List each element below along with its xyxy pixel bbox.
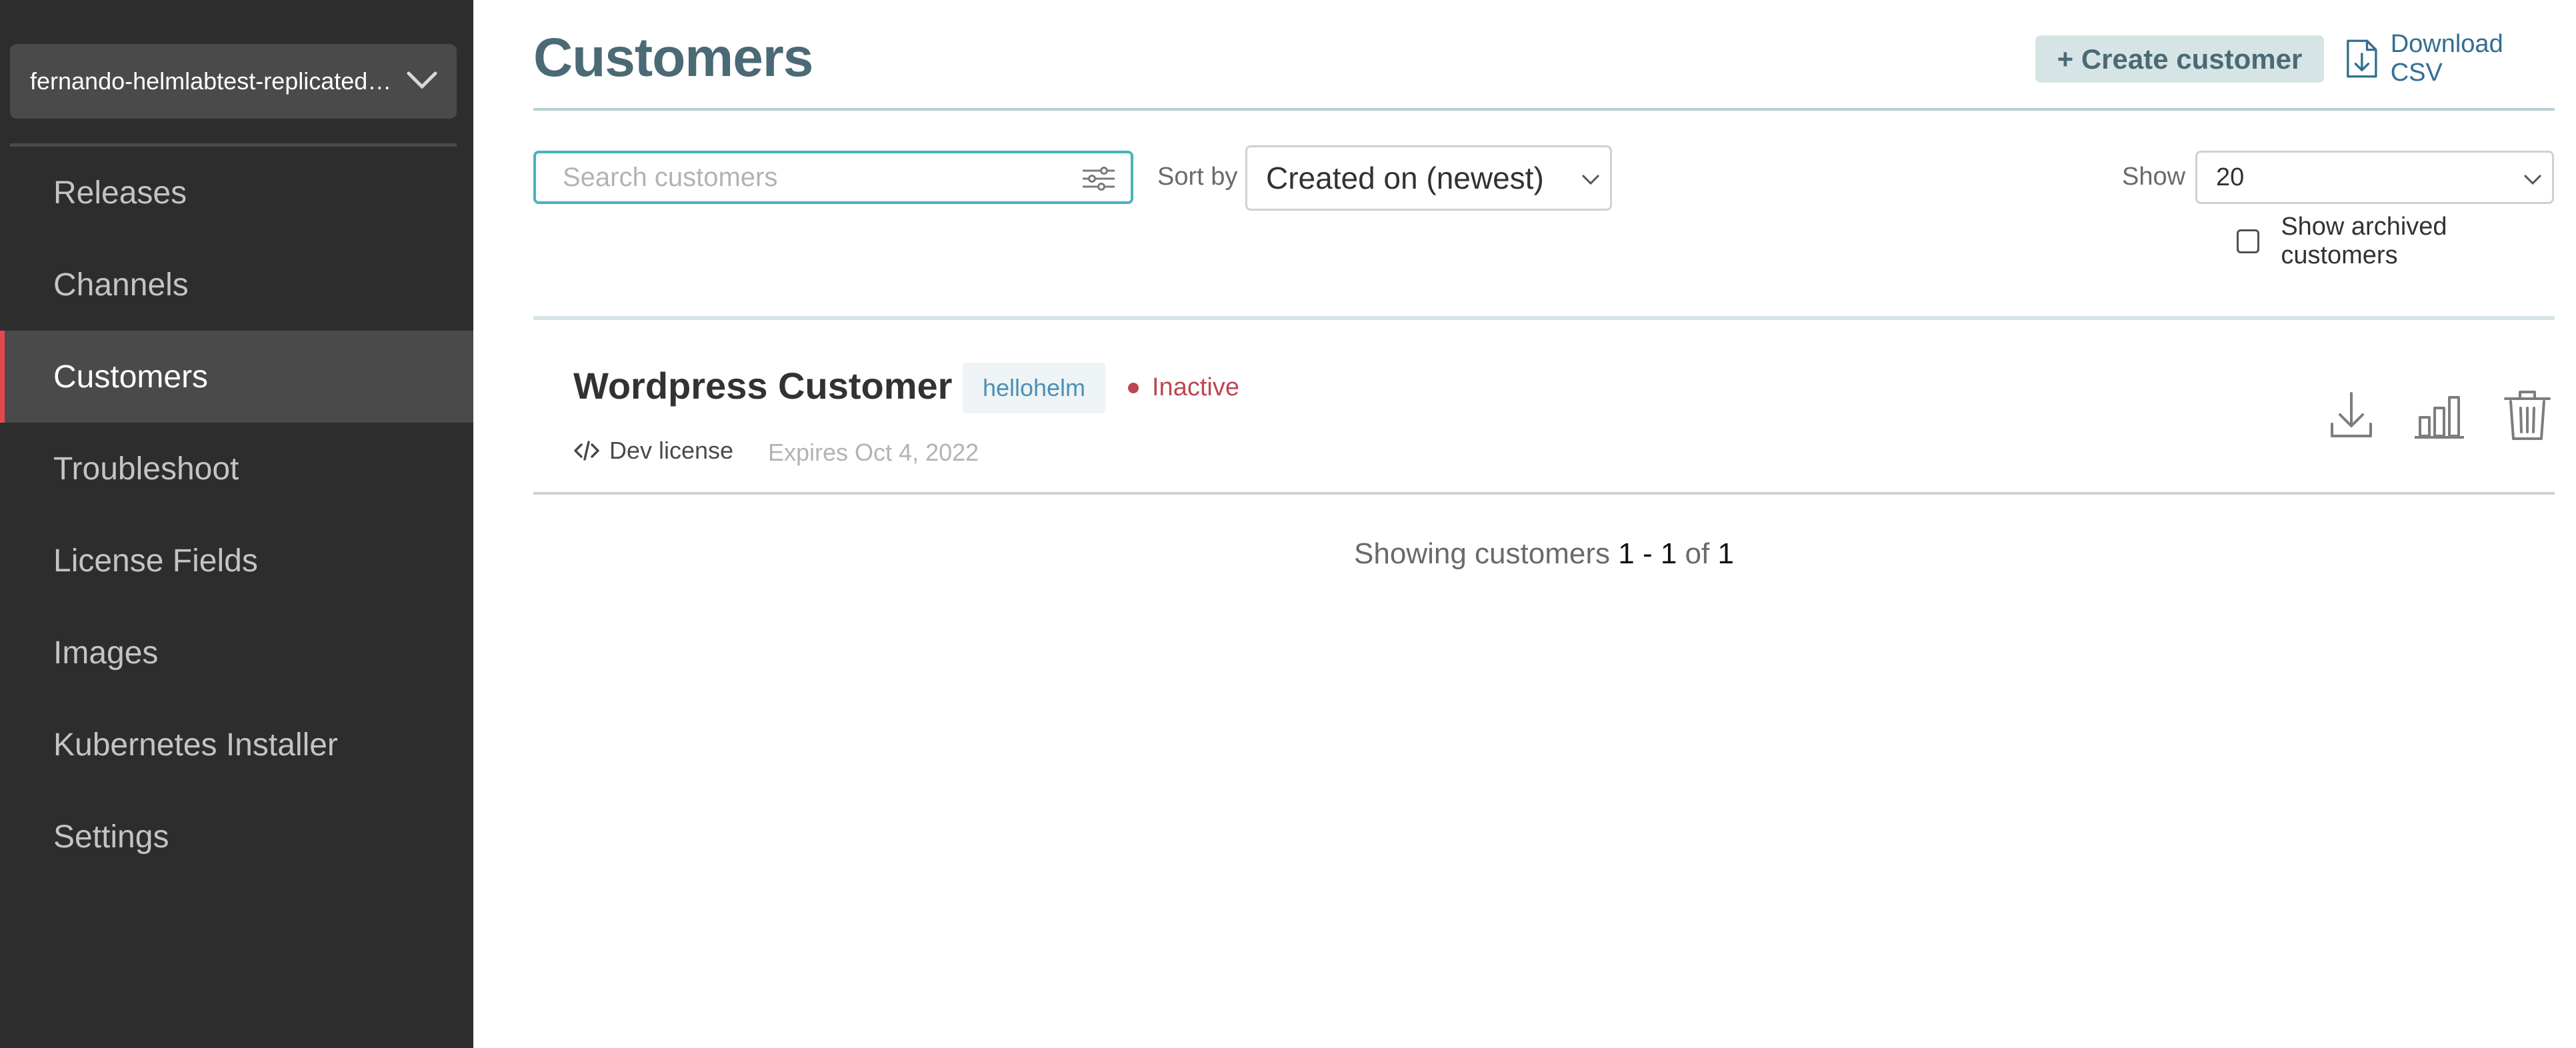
show-label: Show — [2122, 163, 2186, 191]
sidebar-item-images[interactable]: Images — [0, 607, 473, 699]
status-dot-icon — [1128, 382, 1139, 393]
main-content: Customers + Create customer Download CSV… — [533, 0, 2555, 1048]
status-label: Inactive — [1152, 373, 1239, 401]
list-bottom-divider — [533, 492, 2555, 495]
trash-icon[interactable] — [2500, 388, 2555, 443]
sidebar-item-troubleshoot[interactable]: Troubleshoot — [0, 423, 473, 515]
pagination-total: 1 — [1717, 537, 1734, 570]
filter-sliders-icon[interactable] — [1081, 165, 1116, 192]
license-type: Dev license — [573, 437, 733, 465]
sort-by-label: Sort by — [1157, 163, 1238, 191]
sidebar-item-license-fields[interactable]: License Fields — [0, 515, 473, 607]
bar-chart-icon[interactable] — [2412, 388, 2467, 443]
file-download-icon — [2347, 39, 2377, 78]
license-type-label: Dev license — [609, 437, 734, 464]
show-archived-checkbox[interactable] — [2237, 229, 2260, 253]
expiration-date: Expires Oct 4, 2022 — [768, 439, 979, 466]
sort-select-value: Created on (newest) — [1266, 161, 1544, 195]
sidebar-item-releases[interactable]: Releases — [0, 147, 473, 239]
sidebar-nav: Releases Channels Customers Troubleshoot… — [0, 147, 473, 883]
customer-row: Wordpress Customer hellohelm Inactive De… — [533, 320, 2555, 495]
pagination-start: 1 — [1618, 537, 1635, 570]
sidebar: fernando-helmlabtest-replicated… Release… — [0, 0, 473, 1048]
pagination-end: 1 — [1660, 537, 1677, 570]
show-archived-toggle[interactable]: Show archived customers — [2237, 213, 2555, 269]
page-size-select[interactable]: 20 — [2195, 151, 2554, 204]
code-icon — [574, 441, 599, 461]
create-customer-button[interactable]: + Create customer — [2035, 35, 2324, 83]
show-archived-label: Show archived customers — [2281, 213, 2447, 269]
pagination-prefix: Showing customers — [1354, 537, 1610, 570]
search-input[interactable] — [563, 160, 1069, 195]
chevron-down-icon — [1581, 174, 1600, 185]
page-size-value: 20 — [2216, 163, 2245, 191]
channel-badge: hellohelm — [963, 363, 1105, 413]
download-license-icon[interactable] — [2324, 388, 2379, 443]
download-csv-link[interactable]: Download CSV — [2345, 30, 2555, 87]
pagination-of: of — [1685, 537, 1710, 570]
customer-name[interactable]: Wordpress Customer — [573, 364, 952, 407]
status-indicator: Inactive — [1128, 373, 1239, 402]
search-box — [533, 151, 1133, 204]
pagination-summary: Showing customers 1 - 1 of 1 — [533, 537, 2555, 571]
sidebar-item-channels[interactable]: Channels — [0, 239, 473, 331]
chevron-down-icon — [407, 71, 437, 89]
header-divider — [533, 108, 2555, 111]
page-title: Customers — [533, 27, 813, 88]
chevron-down-icon — [2523, 174, 2542, 185]
sidebar-item-settings[interactable]: Settings — [0, 791, 473, 883]
download-csv-label: Download CSV — [2390, 30, 2503, 87]
sort-select[interactable]: Created on (newest) — [1245, 145, 1612, 211]
pagination-dash: - — [1642, 537, 1653, 570]
sidebar-item-customers[interactable]: Customers — [0, 331, 473, 423]
row-actions — [2291, 388, 2555, 443]
app-selector-label: fernando-helmlabtest-replicated… — [30, 67, 392, 95]
app-selector[interactable]: fernando-helmlabtest-replicated… — [10, 44, 457, 119]
sidebar-item-kubernetes-installer[interactable]: Kubernetes Installer — [0, 699, 473, 791]
